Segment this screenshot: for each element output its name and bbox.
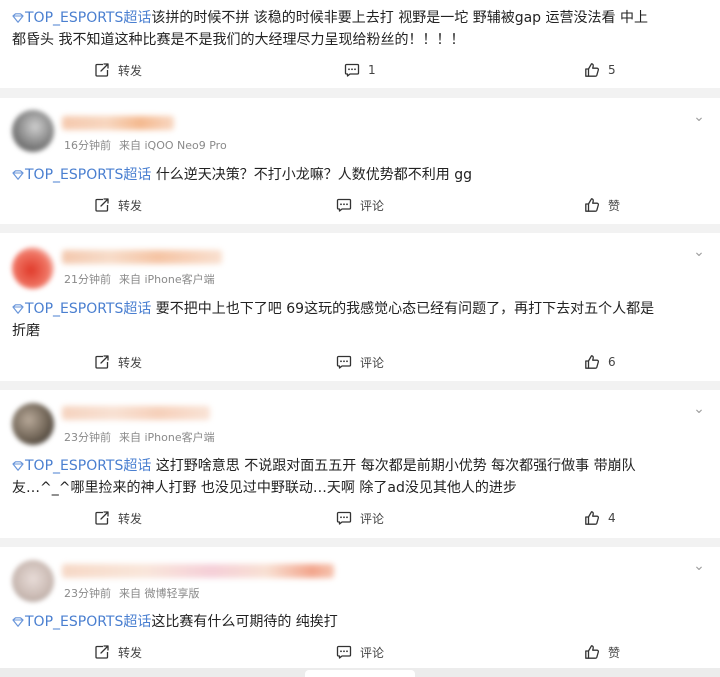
comment-text: TOP_ESPORTS超话该拼的时候不拼 该稳的时候非要上去打 视野是一坨 野辅… <box>12 10 648 48</box>
repost-icon <box>94 354 110 370</box>
comment-meta: 16分钟前 来自 iQOO Neo9 Pro <box>64 139 227 152</box>
like-icon <box>584 510 600 526</box>
avatar[interactable] <box>12 110 54 152</box>
more-chevron-icon[interactable]: ⌄ <box>692 245 706 259</box>
topic-link[interactable]: TOP_ESPORTS超话 <box>12 458 151 474</box>
diamond-icon <box>12 461 24 471</box>
topic-link[interactable]: TOP_ESPORTS超话 <box>12 10 151 26</box>
comment-card-5: 23分钟前 来自 微博轻享版 ⌄ TOP_ESPORTS超话这比赛有什么可期待的 … <box>0 547 720 668</box>
comment-icon <box>336 197 352 213</box>
repost-button[interactable]: 转发 <box>94 195 142 215</box>
comment-text: TOP_ESPORTS超话 要不把中上也下了吧 69这玩的我感觉心态已经有问题了… <box>12 301 655 339</box>
diamond-icon <box>12 304 24 314</box>
comment-card-2: 16分钟前 来自 iQOO Neo9 Pro ⌄ TOP_ESPORTS超话 什么… <box>0 98 720 224</box>
avatar[interactable] <box>12 560 54 602</box>
repost-button[interactable]: 转发 <box>94 642 142 662</box>
avatar[interactable] <box>12 403 54 445</box>
like-button[interactable]: 5 <box>584 60 616 80</box>
username-blurred[interactable] <box>62 564 334 578</box>
topic-link[interactable]: TOP_ESPORTS超话 <box>12 301 151 317</box>
comment-button[interactable]: 评论 <box>336 508 384 528</box>
comment-icon <box>336 510 352 526</box>
like-icon <box>584 62 600 78</box>
repost-icon <box>94 510 110 526</box>
more-chevron-icon[interactable]: ⌄ <box>692 559 706 573</box>
diamond-icon <box>12 170 24 180</box>
comment-card-1: TOP_ESPORTS超话该拼的时候不拼 该稳的时候非要上去打 视野是一坨 野辅… <box>0 0 720 88</box>
like-icon <box>584 644 600 660</box>
comment-meta: 21分钟前 来自 iPhone客户端 <box>64 273 215 286</box>
comment-feed: TOP_ESPORTS超话该拼的时候不拼 该稳的时候非要上去打 视野是一坨 野辅… <box>0 0 720 677</box>
username-blurred[interactable] <box>62 406 210 420</box>
repost-button[interactable]: 转发 <box>94 508 142 528</box>
diamond-icon <box>12 617 24 627</box>
comment-text: TOP_ESPORTS超话 什么逆天决策？不打小龙嘛？人数优势都不利用 gg <box>12 164 704 186</box>
comment-button[interactable]: 评论 <box>336 642 384 662</box>
username-blurred[interactable] <box>62 116 174 130</box>
comment-button[interactable]: 1 <box>344 60 376 80</box>
like-button[interactable]: 赞 <box>584 195 620 215</box>
like-icon <box>584 354 600 370</box>
comment-icon <box>336 354 352 370</box>
comment-card-4: 23分钟前 来自 iPhone客户端 ⌄ TOP_ESPORTS超话 这打野啥意思… <box>0 390 720 538</box>
topic-link[interactable]: TOP_ESPORTS超话 <box>12 614 151 630</box>
like-button[interactable]: 4 <box>584 508 616 528</box>
comment-card-3: 21分钟前 来自 iPhone客户端 ⌄ TOP_ESPORTS超话 要不把中上也… <box>0 233 720 381</box>
topic-link[interactable]: TOP_ESPORTS超话 <box>12 167 151 183</box>
next-card-edge <box>305 670 415 677</box>
comment-button[interactable]: 评论 <box>336 195 384 215</box>
avatar[interactable] <box>12 247 54 289</box>
username-blurred[interactable] <box>62 250 222 264</box>
like-icon <box>584 197 600 213</box>
comment-button[interactable]: 评论 <box>336 352 384 372</box>
more-chevron-icon[interactable]: ⌄ <box>692 110 706 124</box>
repost-button[interactable]: 转发 <box>94 352 142 372</box>
comment-text: TOP_ESPORTS超话 这打野啥意思 不说跟对面五五开 每次都是前期小优势 … <box>12 458 636 496</box>
repost-icon <box>94 62 110 78</box>
repost-icon <box>94 644 110 660</box>
comment-icon <box>336 644 352 660</box>
more-chevron-icon[interactable]: ⌄ <box>692 402 706 416</box>
comment-icon <box>344 62 360 78</box>
repost-button[interactable]: 转发 <box>94 60 142 80</box>
repost-icon <box>94 197 110 213</box>
like-button[interactable]: 6 <box>584 352 616 372</box>
comment-meta: 23分钟前 来自 微博轻享版 <box>64 587 200 600</box>
like-button[interactable]: 赞 <box>584 642 620 662</box>
comment-meta: 23分钟前 来自 iPhone客户端 <box>64 431 215 444</box>
diamond-icon <box>12 13 24 23</box>
comment-text: TOP_ESPORTS超话这比赛有什么可期待的 纯挨打 <box>12 611 704 633</box>
bottom-strip <box>0 668 720 677</box>
